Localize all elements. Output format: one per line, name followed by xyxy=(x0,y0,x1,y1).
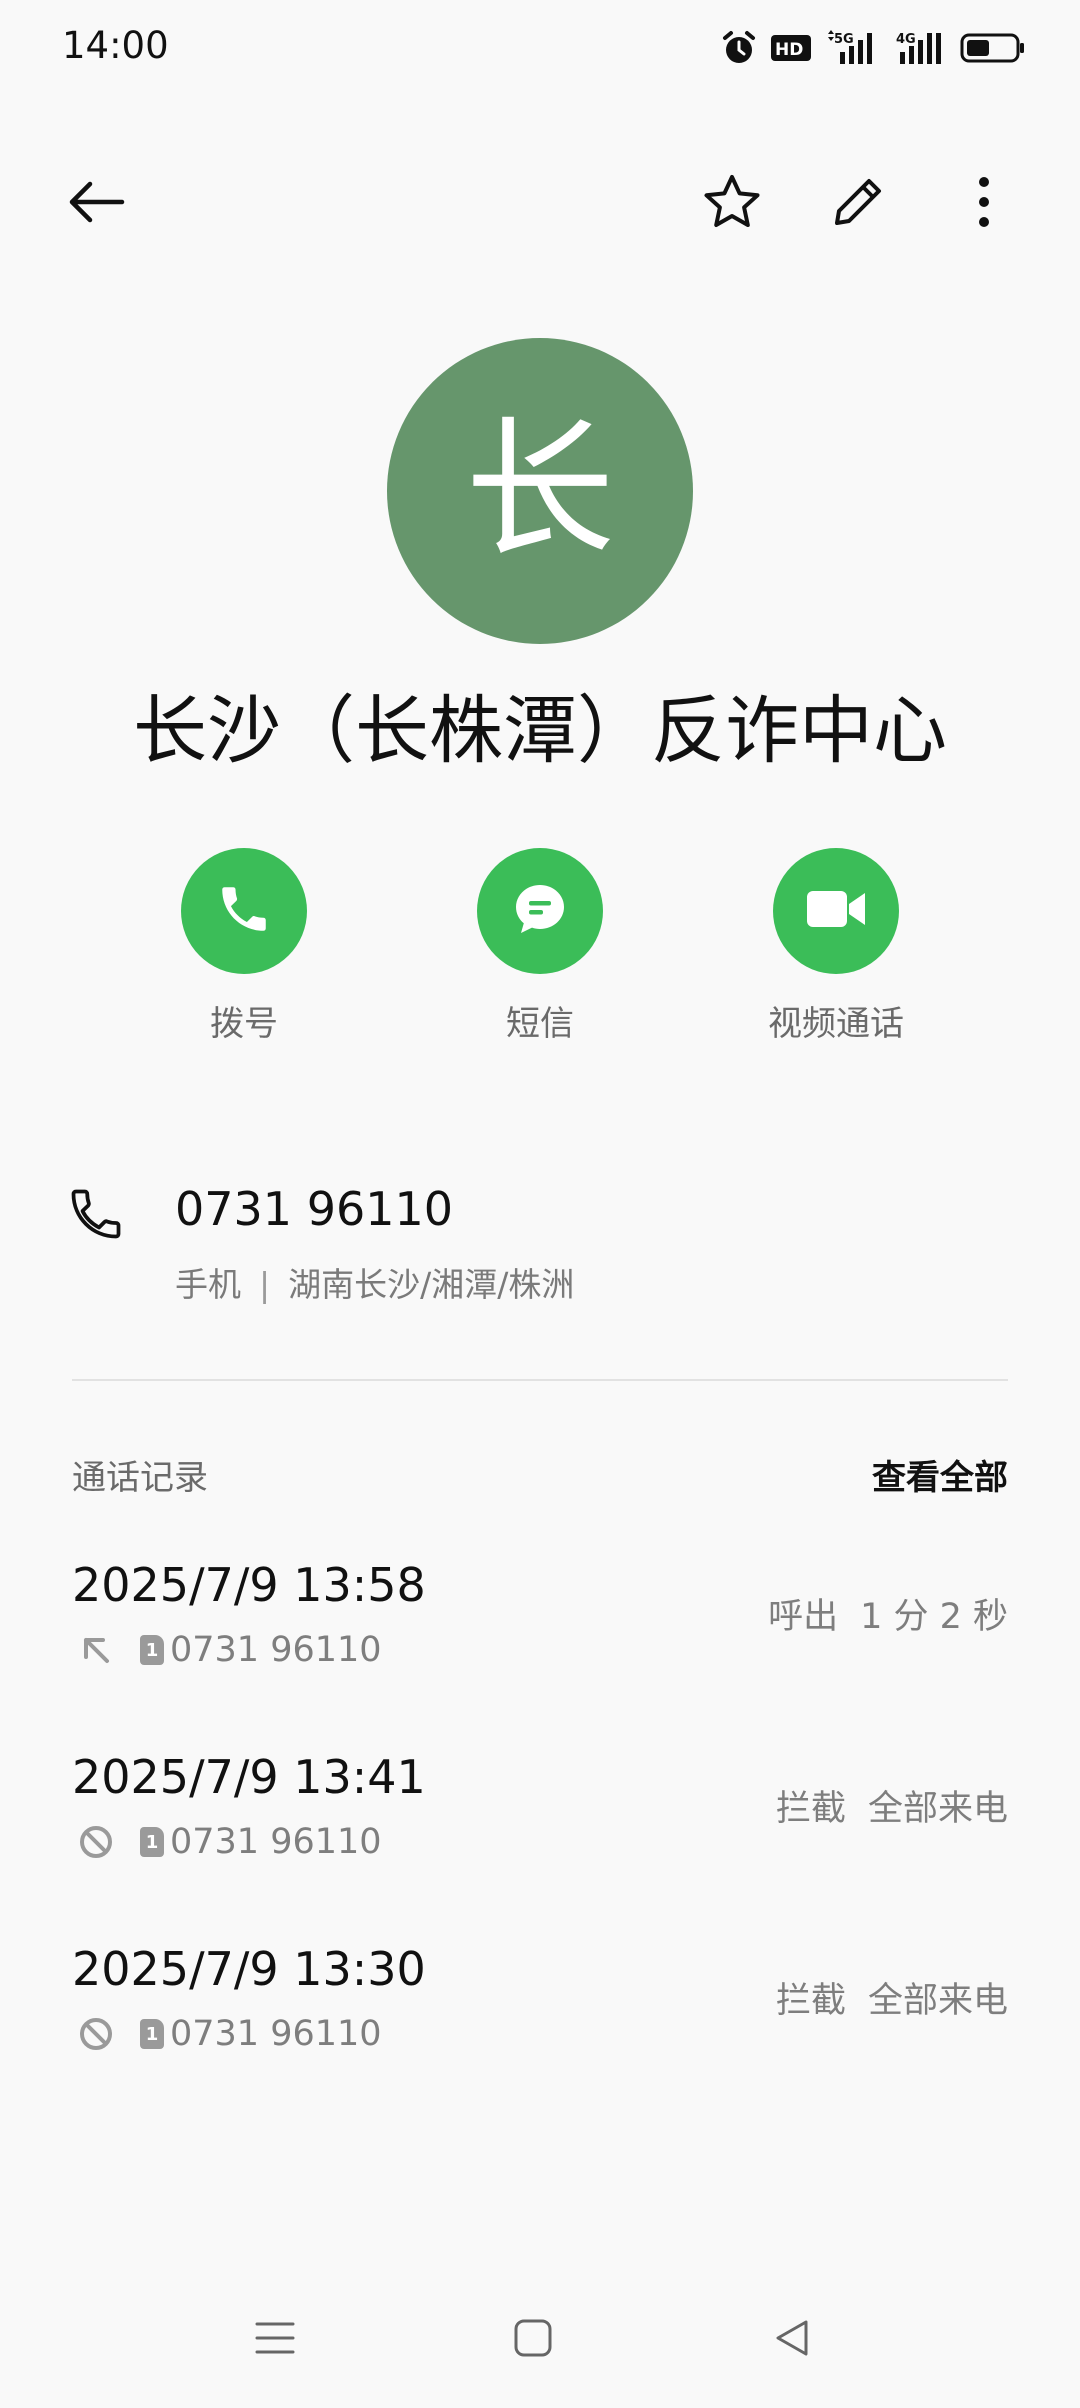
video-call-label: 视频通话 xyxy=(768,1004,904,1044)
status-icons: HD 5G 4G xyxy=(722,26,1026,70)
call-status: 拦截 全部来电 xyxy=(776,1780,1008,1831)
phone-number-row[interactable]: 0731 96110 手机 | 湖南长沙/湘潭/株洲 xyxy=(0,1180,1080,1320)
message-icon xyxy=(512,881,568,941)
call-datetime: 2025/7/9 13:58 xyxy=(72,1558,426,1612)
avatar-letter: 长 xyxy=(464,404,615,578)
call-status-detail: 1 分 2 秒 xyxy=(860,1597,1008,1637)
phone-number: 0731 96110 xyxy=(175,1182,454,1236)
call-action[interactable]: 拨号 xyxy=(114,848,374,1045)
call-number: 0731 96110 xyxy=(170,2014,382,2054)
home-square-icon xyxy=(513,2318,553,2362)
call-sub-row: 1 0731 96110 xyxy=(72,1820,382,1864)
favorite-button[interactable] xyxy=(692,162,772,242)
back-button[interactable] xyxy=(56,162,136,242)
system-back-button[interactable] xyxy=(752,2304,832,2376)
4g-signal-icon: 4G xyxy=(896,30,946,66)
call-status-detail: 全部来电 xyxy=(867,1789,1008,1829)
message-action[interactable]: 短信 xyxy=(410,848,670,1045)
call-number: 0731 96110 xyxy=(170,1822,382,1862)
sim-badge: 1 xyxy=(140,2019,164,2049)
separator: | xyxy=(259,1265,271,1304)
call-status-detail: 全部来电 xyxy=(867,1981,1008,2021)
home-button[interactable] xyxy=(493,2304,573,2376)
menu-lines-icon xyxy=(255,2318,295,2362)
call-status-type: 呼出 xyxy=(768,1597,839,1637)
phone-type: 手机 xyxy=(175,1265,241,1304)
phone-icon xyxy=(66,1184,126,1244)
quick-actions: 拨号 短信 视频通话 xyxy=(0,848,1080,1058)
call-status-type: 拦截 xyxy=(775,1981,846,2021)
phone-location: 湖南长沙/湘潭/株洲 xyxy=(288,1265,575,1304)
sim-badge: 1 xyxy=(140,1827,164,1857)
hd-icon: HD xyxy=(770,33,812,63)
call-status: 呼出 1 分 2 秒 xyxy=(768,1588,1008,1639)
video-camera-icon xyxy=(805,887,867,935)
call-status-type: 拦截 xyxy=(775,1789,846,1829)
video-call-action[interactable]: 视频通话 xyxy=(706,848,966,1045)
call-history-list: 2025/7/9 13:58 1 0731 96110 呼出 1 分 2 秒 20… xyxy=(72,1558,1008,2134)
call-history-title: 通话记录 xyxy=(72,1458,208,1498)
status-time: 14:00 xyxy=(62,24,169,67)
call-datetime: 2025/7/9 13:41 xyxy=(72,1750,426,1804)
outgoing-call-arrow-icon xyxy=(74,1628,118,1672)
call-log-item[interactable]: 2025/7/9 13:58 1 0731 96110 呼出 1 分 2 秒 xyxy=(72,1558,1008,1750)
call-number: 0731 96110 xyxy=(170,1630,382,1670)
message-button[interactable] xyxy=(477,848,603,974)
status-bar: 14:00 HD 5G 4G xyxy=(0,0,1080,96)
message-label: 短信 xyxy=(506,1004,574,1044)
svg-text:5G: 5G xyxy=(834,32,854,47)
call-label: 拨号 xyxy=(210,1004,278,1044)
contact-name: 长沙（长株潭）反诈中心 xyxy=(133,688,947,774)
call-log-item[interactable]: 2025/7/9 13:41 1 0731 96110 拦截 全部来电 xyxy=(72,1750,1008,1942)
more-options-button[interactable] xyxy=(944,162,1024,242)
navigation-bar xyxy=(0,2300,1080,2380)
recent-apps-button[interactable] xyxy=(235,2304,315,2376)
star-icon xyxy=(702,173,762,231)
back-triangle-icon xyxy=(772,2318,812,2362)
edit-contact-button[interactable] xyxy=(818,162,898,242)
sim-badge: 1 xyxy=(140,1635,164,1665)
phone-icon xyxy=(215,880,273,942)
call-log-item[interactable]: 2025/7/9 13:30 1 0731 96110 拦截 全部来电 xyxy=(72,1942,1008,2134)
call-button[interactable] xyxy=(181,848,307,974)
blocked-icon xyxy=(74,1820,118,1864)
blocked-icon xyxy=(74,2012,118,2056)
call-history-header: 通话记录 查看全部 xyxy=(72,1450,1008,1500)
app-bar xyxy=(0,150,1080,254)
back-arrow-icon xyxy=(66,180,126,224)
divider xyxy=(72,1379,1008,1381)
view-all-button[interactable]: 查看全部 xyxy=(872,1450,1008,1499)
alarm-icon xyxy=(722,30,756,66)
call-sub-row: 1 0731 96110 xyxy=(72,2012,382,2056)
avatar: 长 xyxy=(387,338,693,644)
call-status: 拦截 全部来电 xyxy=(776,1972,1008,2023)
call-sub-row: 1 0731 96110 xyxy=(72,1628,382,1672)
edit-pencil-icon xyxy=(829,173,887,231)
svg-text:4G: 4G xyxy=(896,32,916,47)
more-vertical-icon xyxy=(977,176,991,228)
5g-signal-icon: 5G xyxy=(826,30,882,66)
phone-meta: 手机 | 湖南长沙/湘潭/株洲 xyxy=(175,1258,574,1306)
call-datetime: 2025/7/9 13:30 xyxy=(72,1942,426,1996)
svg-text:HD: HD xyxy=(775,40,803,60)
video-call-button[interactable] xyxy=(773,848,899,974)
battery-icon xyxy=(960,32,1026,64)
